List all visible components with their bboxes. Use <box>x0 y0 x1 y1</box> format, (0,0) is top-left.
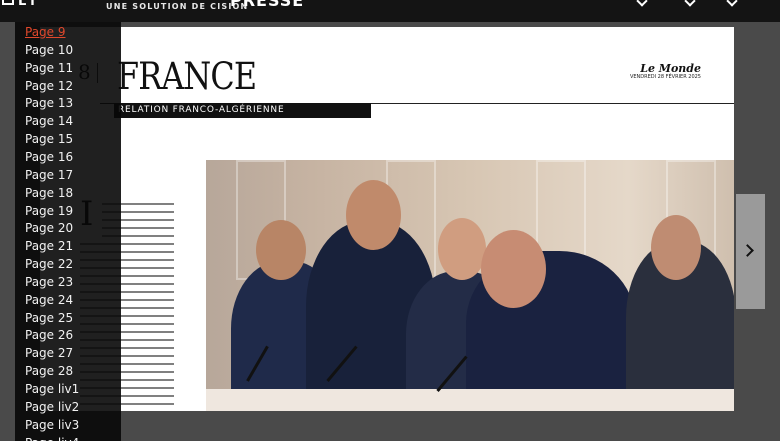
sidebar-item[interactable]: Page 9 <box>25 25 66 39</box>
sidebar-item[interactable]: Page liv3 <box>25 418 79 432</box>
newspaper-page: 8 FRANCE Le Monde VENDREDI 28 FÉVRIER 20… <box>40 27 734 411</box>
brand-tagline: UNE SOLUTION DE CISION <box>106 2 249 11</box>
sidebar-item[interactable]: Page 19 <box>25 204 73 218</box>
sidebar-item[interactable]: Page 21 <box>25 239 73 253</box>
article-photo <box>206 160 734 411</box>
next-page-button[interactable] <box>736 194 765 309</box>
page-list-sidebar: Page 9 Page 10 Page 11 Page 12 Page 13 Page 1… <box>15 22 121 441</box>
sidebar-item[interactable]: Page 12 <box>25 79 73 93</box>
sidebar-item[interactable]: Page 10 <box>25 43 73 57</box>
chevron-right-icon <box>741 244 754 257</box>
sidebar-item[interactable]: Page 18 <box>25 186 73 200</box>
section-title: FRANCE <box>117 55 257 98</box>
brand-title: PRESSE <box>230 0 305 10</box>
sidebar-item[interactable]: Page 28 <box>25 364 73 378</box>
top-toolbar: L'l UNE SOLUTION DE CISION PRESSE <box>0 0 780 22</box>
menu-icon[interactable] <box>2 0 14 5</box>
sidebar-item[interactable]: Page 25 <box>25 311 73 325</box>
logo-fragment: L'l <box>18 0 35 9</box>
sidebar-item[interactable]: Page 27 <box>25 346 73 360</box>
sidebar-item[interactable]: Page 13 <box>25 96 73 110</box>
chevron-down-icon[interactable] <box>726 0 738 7</box>
sidebar-item[interactable]: Page 22 <box>25 257 73 271</box>
sidebar-item[interactable]: Page 15 <box>25 132 73 146</box>
sidebar-item[interactable]: Page 24 <box>25 293 73 307</box>
sidebar-item[interactable]: Page liv2 <box>25 400 79 414</box>
sidebar-item[interactable]: Page 11 <box>25 61 73 75</box>
sidebar-item[interactable]: Page liv4 <box>25 436 79 441</box>
sidebar-item[interactable]: Page 17 <box>25 168 73 182</box>
sidebar-item[interactable]: Page 26 <box>25 328 73 342</box>
sidebar-item[interactable]: Page 20 <box>25 221 73 235</box>
sidebar-item[interactable]: Page 16 <box>25 150 73 164</box>
page-date: VENDREDI 28 FÉVRIER 2025 <box>629 74 701 80</box>
sidebar-item[interactable]: Page 14 <box>25 114 73 128</box>
sidebar-item[interactable]: Page liv1 <box>25 382 79 396</box>
table <box>206 389 734 411</box>
rubric-label: RELATION FRANCO-ALGÉRIENNE <box>114 103 371 118</box>
sidebar-item[interactable]: Page 23 <box>25 275 73 289</box>
chevron-down-icon[interactable] <box>636 0 648 7</box>
chevron-down-icon[interactable] <box>684 0 696 7</box>
